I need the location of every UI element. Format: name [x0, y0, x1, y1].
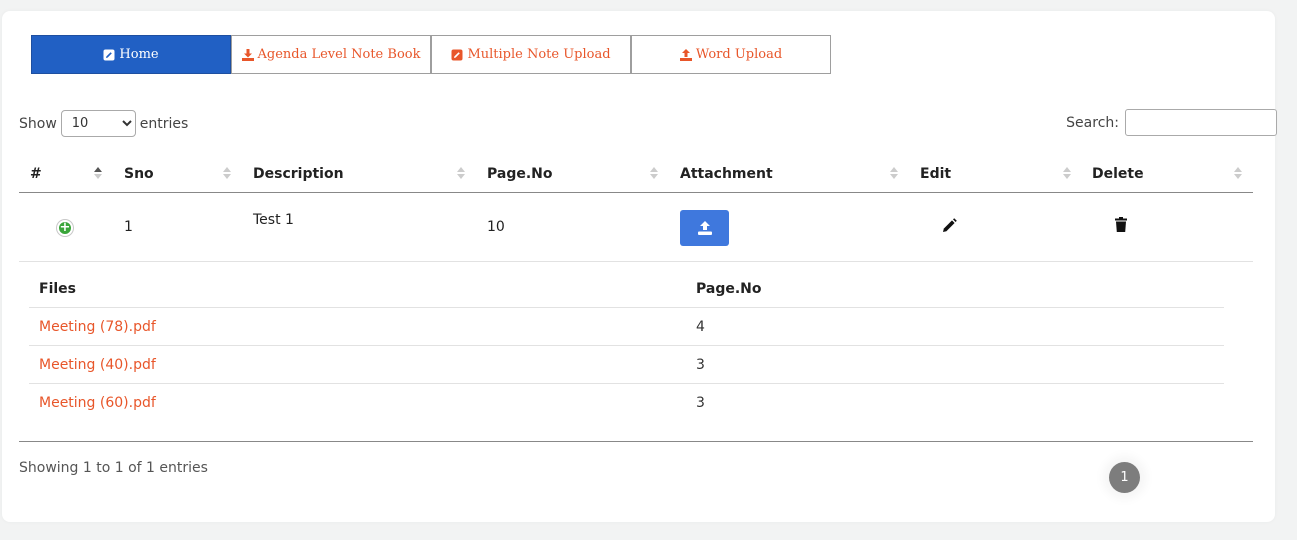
edit-icon — [103, 49, 115, 60]
main-card — [2, 11, 1275, 522]
sort-indicator — [890, 167, 898, 183]
sort-indicator — [650, 167, 658, 183]
tab-home-label: Home — [119, 47, 159, 62]
sort-indicator — [1063, 167, 1071, 183]
files-header-files: Files — [39, 280, 76, 297]
table-row: + 1 Test 1 10 — [19, 193, 1253, 262]
show-label: Show — [19, 115, 57, 132]
files-subtable: Files Page.No Meeting (78).pdf 4 Meeting… — [29, 270, 1224, 422]
sort-indicator — [94, 167, 102, 183]
table-info: Showing 1 to 1 of 1 entries — [19, 460, 208, 476]
row-description: Test 1 — [253, 212, 294, 228]
file-row: Meeting (78).pdf 4 — [29, 308, 1224, 346]
column-header-label: Delete — [1092, 166, 1144, 182]
tab-word-upload[interactable]: Word Upload — [631, 35, 831, 74]
column-header-edit[interactable]: Edit — [920, 155, 951, 193]
file-page-no: 4 — [696, 318, 705, 335]
edit-icon — [451, 49, 463, 60]
tab-word-upload-label: Word Upload — [695, 47, 783, 62]
file-link[interactable]: Meeting (60).pdf — [39, 395, 156, 411]
upload-icon — [697, 221, 712, 235]
entries-select[interactable]: 10 — [60, 110, 136, 137]
edit-icon[interactable] — [942, 218, 957, 237]
column-header-attachment[interactable]: Attachment — [680, 155, 773, 193]
row-page-no: 10 — [487, 219, 505, 235]
column-header-label: Description — [253, 166, 344, 182]
delete-icon[interactable] — [1115, 217, 1127, 236]
file-link[interactable]: Meeting (40).pdf — [39, 357, 156, 373]
search-control: Search: — [1066, 109, 1277, 136]
table-bottom-divider — [19, 441, 1253, 442]
attachment-upload-button[interactable] — [680, 210, 729, 246]
column-header-sno[interactable]: Sno — [124, 155, 154, 193]
file-page-no: 3 — [696, 356, 705, 373]
file-row: Meeting (40).pdf 3 — [29, 346, 1224, 384]
download-icon — [241, 48, 254, 61]
column-header-hash[interactable]: # — [30, 155, 42, 193]
table-header: # Sno Description Page.No Attachment Edi… — [19, 155, 1253, 193]
column-header-label: Edit — [920, 166, 952, 182]
tab-home[interactable]: Home — [31, 35, 231, 74]
tab-bar: Home Agenda Level Note Book Multiple Not… — [31, 35, 831, 74]
entries-label: entries — [139, 115, 189, 132]
entries-length-control: Show 10 entries — [19, 110, 188, 137]
column-header-label: Attachment — [680, 166, 773, 182]
tab-agenda-level-note-book[interactable]: Agenda Level Note Book — [231, 35, 431, 74]
pagination-page-1[interactable]: 1 — [1109, 462, 1140, 493]
file-page-no: 3 — [696, 395, 705, 411]
upload-icon — [679, 48, 692, 61]
column-header-label: # — [30, 166, 42, 182]
column-header-description[interactable]: Description — [253, 155, 344, 193]
column-header-label: Page.No — [487, 166, 553, 182]
expand-row-icon[interactable]: + — [57, 220, 73, 236]
column-header-delete[interactable]: Delete — [1092, 155, 1144, 193]
sort-indicator — [457, 167, 465, 183]
file-row: Meeting (60).pdf 3 — [29, 384, 1224, 422]
sort-indicator — [1234, 167, 1242, 183]
file-link[interactable]: Meeting (78).pdf — [39, 319, 156, 335]
search-input[interactable] — [1125, 109, 1277, 136]
files-header-page-no: Page.No — [696, 280, 762, 297]
tab-agenda-label: Agenda Level Note Book — [257, 47, 421, 62]
column-header-label: Sno — [124, 166, 154, 182]
search-label: Search: — [1066, 114, 1119, 131]
row-sno: 1 — [124, 219, 133, 235]
column-header-page-no[interactable]: Page.No — [487, 155, 553, 193]
files-header-row: Files Page.No — [29, 270, 1224, 308]
tab-multiple-note-label: Multiple Note Upload — [467, 47, 611, 62]
sort-indicator — [223, 167, 231, 183]
tab-multiple-note-upload[interactable]: Multiple Note Upload — [431, 35, 631, 74]
